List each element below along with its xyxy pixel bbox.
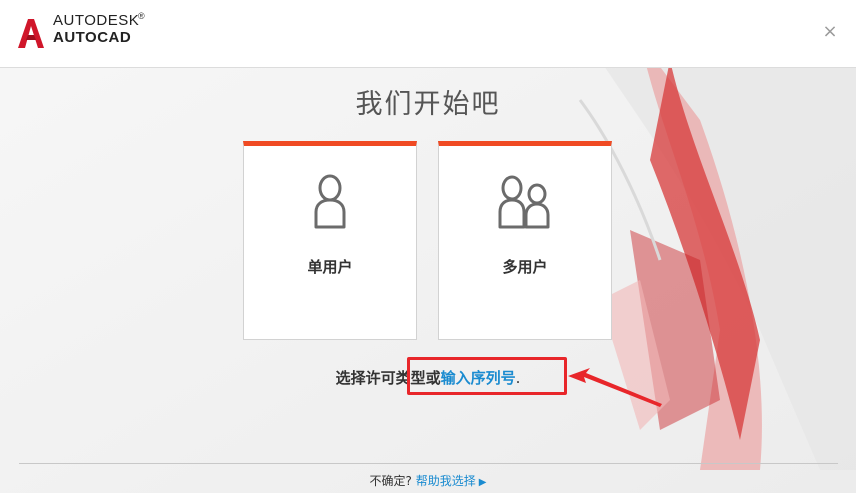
footer-question: 不确定? <box>369 474 412 488</box>
brand-autodesk: AUTODESK <box>53 12 140 29</box>
annotation-arrow-icon <box>568 368 662 407</box>
brand-trademark: ® <box>138 11 145 21</box>
multi-user-label: 多用户 <box>502 258 548 276</box>
footer: 不确定? 帮助我选择 ▶ <box>0 472 856 489</box>
multi-user-card[interactable]: 多用户 <box>438 141 612 340</box>
single-user-icon <box>314 174 346 229</box>
annotation-highlight-box <box>407 357 567 395</box>
single-user-card[interactable]: 单用户 <box>243 141 417 340</box>
play-arrow-icon: ▶ <box>478 477 487 488</box>
brand-autocad: AUTOCAD <box>53 29 132 46</box>
page-title: 我们开始吧 <box>355 89 501 120</box>
multi-user-icon <box>498 175 550 229</box>
single-user-label: 单用户 <box>307 258 353 276</box>
footer-divider <box>19 463 838 464</box>
close-icon[interactable]: × <box>820 22 840 42</box>
autocad-a-logo-icon <box>18 19 44 48</box>
background-ribbon-art <box>0 0 856 493</box>
header-bar: AUTODESK ® AUTOCAD × <box>0 0 856 68</box>
help-me-choose-link[interactable]: 帮助我选择 <box>416 474 476 488</box>
